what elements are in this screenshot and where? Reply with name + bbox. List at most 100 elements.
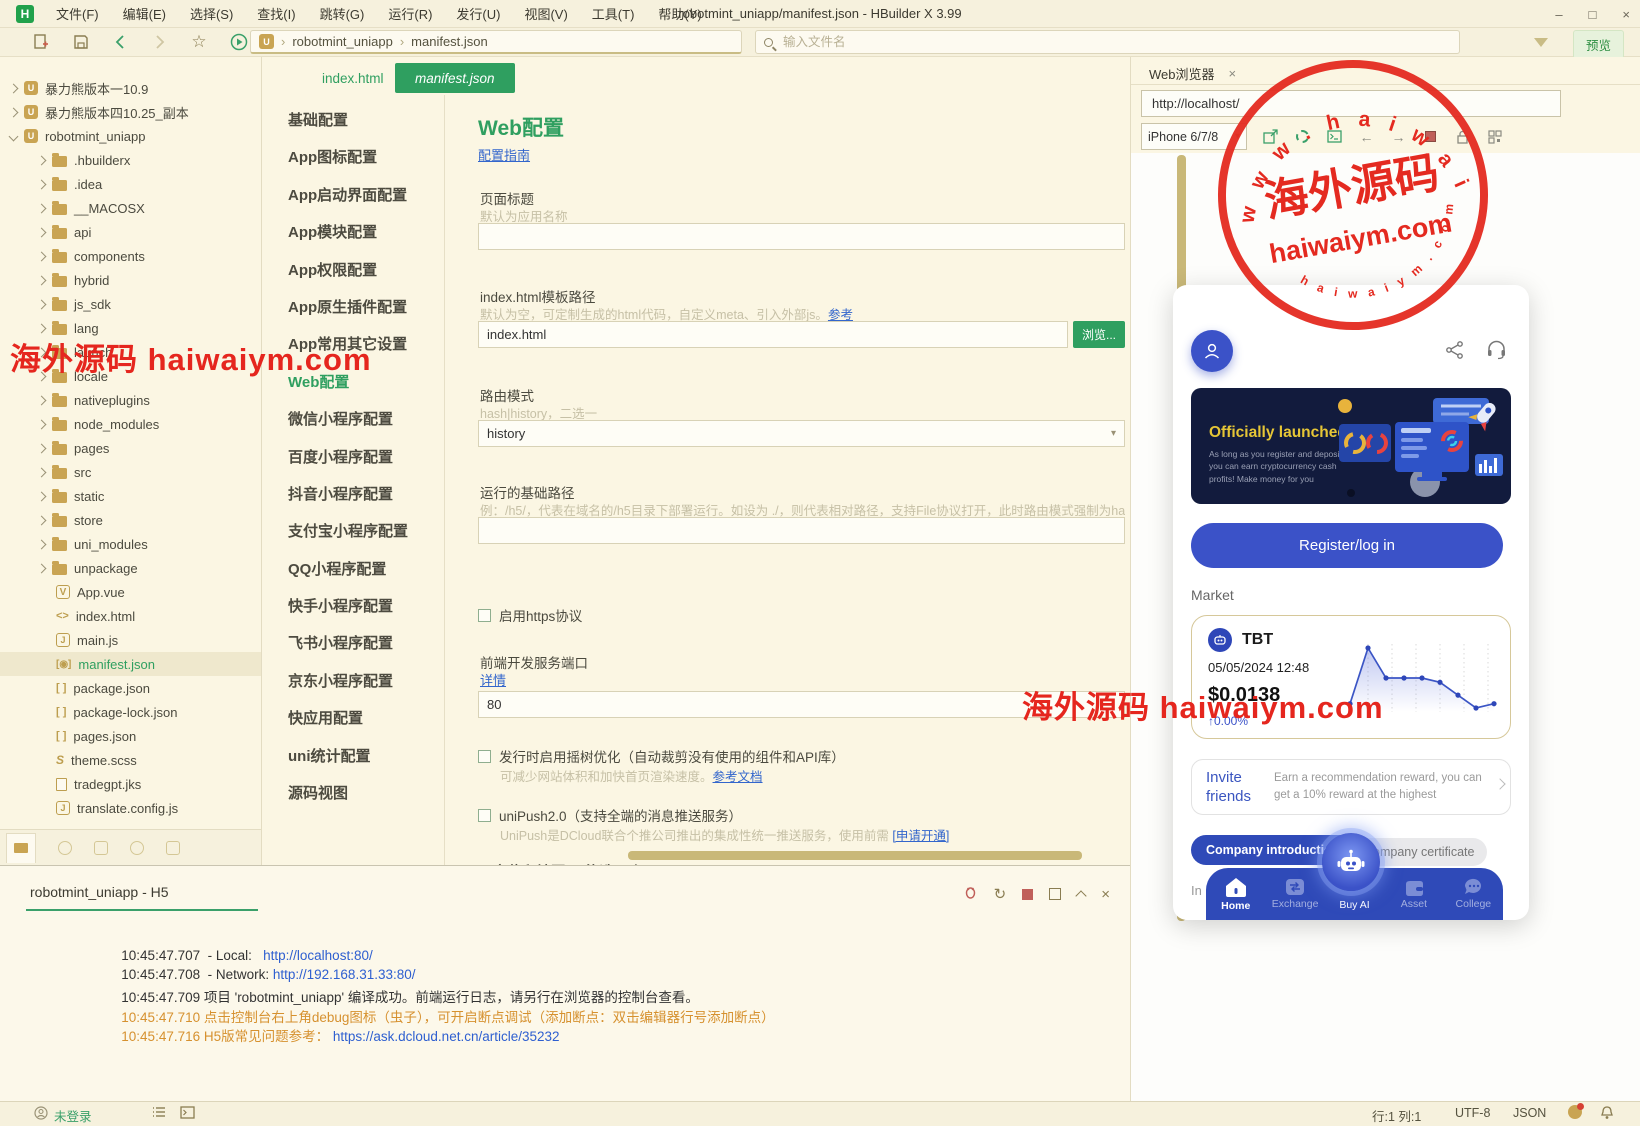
rerun-icon[interactable]: ↻ <box>994 885 1007 903</box>
tree-row[interactable]: nativeplugins <box>0 388 261 412</box>
invite-card[interactable]: Invite friends Earn a recommendation rew… <box>1191 759 1511 815</box>
tree-row[interactable]: package-lock.json <box>0 700 261 724</box>
treeshake-checkbox[interactable] <box>478 749 491 763</box>
promo-banner[interactable]: Officially launched As long as you regis… <box>1191 388 1511 504</box>
chevron-icon[interactable] <box>36 539 47 549</box>
preview-button[interactable]: 预览 <box>1572 30 1624 59</box>
bell-icon[interactable] <box>1600 1105 1614 1123</box>
star-icon[interactable]: ☆ <box>188 31 210 53</box>
support-headset-icon[interactable] <box>1486 339 1507 365</box>
base-path-input[interactable] <box>478 517 1125 544</box>
config-nav-item[interactable]: App启动界面配置 <box>262 177 444 214</box>
horizontal-scrollbar[interactable] <box>628 851 1082 860</box>
treeshake-doc-link[interactable]: 参考文档 <box>713 770 763 784</box>
tree-row[interactable]: robotmint_uniapp <box>0 124 261 148</box>
menu-item[interactable]: 文件(F) <box>44 7 111 22</box>
breadcrumb-project[interactable]: robotmint_uniapp <box>292 34 392 49</box>
tab-index-html[interactable]: index.html <box>302 63 404 93</box>
buy-ai-robot-icon[interactable] <box>1322 833 1380 891</box>
menu-item[interactable]: 帮助(Y) <box>646 7 713 22</box>
config-nav-item[interactable]: App原生插件配置 <box>262 289 444 326</box>
chevron-icon[interactable] <box>36 203 47 213</box>
config-nav-item[interactable]: 基础配置 <box>262 102 444 139</box>
log-link[interactable]: https://ask.dcloud.net.cn/article/35232 <box>333 1029 560 1044</box>
tree-row[interactable]: static <box>0 484 261 508</box>
login-status[interactable]: 未登录 <box>54 1106 92 1125</box>
unipush-checkbox-row[interactable]: uniPush2.0（支持全端的消息推送服务） <box>478 805 742 825</box>
browse-button[interactable]: 浏览... <box>1073 321 1125 348</box>
tab-manifest-json[interactable]: manifest.json <box>395 63 515 93</box>
chevron-icon[interactable] <box>36 227 47 237</box>
config-nav-item[interactable]: App图标配置 <box>262 139 444 176</box>
encoding-indicator[interactable]: UTF-8 <box>1455 1106 1490 1120</box>
forward-icon[interactable] <box>148 31 170 53</box>
menu-item[interactable]: 工具(T) <box>580 7 647 22</box>
chevron-icon[interactable] <box>36 419 47 429</box>
chevron-icon[interactable] <box>36 395 47 405</box>
tree-row[interactable]: 暴力熊版本四10.25_副本 <box>0 100 261 124</box>
chevron-icon[interactable] <box>36 563 47 573</box>
chevron-icon[interactable] <box>36 155 47 165</box>
chevron-icon[interactable] <box>36 467 47 477</box>
new-file-icon[interactable] <box>30 31 52 53</box>
tree-row[interactable]: components <box>0 244 261 268</box>
config-guide-link[interactable]: 配置指南 <box>478 145 530 164</box>
config-nav-item[interactable]: App权限配置 <box>262 252 444 289</box>
register-login-button[interactable]: Register/log in <box>1191 523 1503 568</box>
minimize-button[interactable]: – <box>1555 7 1562 22</box>
breadcrumb[interactable]: U › robotmint_uniapp › manifest.json <box>250 30 742 54</box>
filter-icon[interactable] <box>1530 31 1552 53</box>
tree-row[interactable]: store <box>0 508 261 532</box>
bookmark-panel-icon[interactable] <box>94 840 108 855</box>
files-tab-icon[interactable] <box>6 832 36 863</box>
collapse-icon[interactable] <box>1075 890 1087 902</box>
close-button[interactable]: × <box>1622 7 1630 22</box>
chevron-icon[interactable] <box>8 107 19 117</box>
maximize-button[interactable]: □ <box>1589 7 1597 22</box>
menu-item[interactable]: 查找(I) <box>245 7 307 22</box>
unipush-checkbox[interactable] <box>478 808 491 822</box>
tree-row[interactable]: hybrid <box>0 268 261 292</box>
share-icon[interactable] <box>1445 340 1465 365</box>
template-path-input[interactable]: index.html <box>478 321 1068 348</box>
tree-row[interactable]: node_modules <box>0 412 261 436</box>
dev-port-detail-link[interactable]: 详情 <box>480 670 506 689</box>
outline-icon[interactable] <box>152 1106 166 1121</box>
tree-row[interactable]: package.json <box>0 676 261 700</box>
tree-row[interactable]: theme.scss <box>0 748 261 772</box>
nav-college[interactable]: College <box>1444 868 1503 920</box>
update-icon[interactable] <box>1568 1103 1584 1122</box>
tree-row[interactable]: index.html <box>0 604 261 628</box>
close-console-icon[interactable]: × <box>1101 886 1110 903</box>
https-checkbox[interactable] <box>478 608 491 622</box>
config-nav-item[interactable]: QQ小程序配置 <box>262 551 444 588</box>
chevron-icon[interactable] <box>36 491 47 501</box>
config-nav-item[interactable]: 抖音小程序配置 <box>262 476 444 513</box>
router-mode-select[interactable]: history ▾ <box>478 420 1125 447</box>
tree-row[interactable]: App.vue <box>0 580 261 604</box>
https-checkbox-row[interactable]: 启用https协议 <box>478 605 582 625</box>
tree-row[interactable]: pages.json <box>0 724 261 748</box>
chevron-icon[interactable] <box>36 251 47 261</box>
tree-row[interactable]: .hbuilderx <box>0 148 261 172</box>
config-nav-item[interactable]: 京东小程序配置 <box>262 663 444 700</box>
chevron-icon[interactable] <box>36 299 47 309</box>
menu-item[interactable]: 运行(R) <box>376 7 444 22</box>
menu-item[interactable]: 视图(V) <box>512 7 579 22</box>
open-window-icon[interactable] <box>1049 888 1062 900</box>
config-nav-item[interactable]: uni统计配置 <box>262 738 444 775</box>
config-nav-item[interactable]: 飞书小程序配置 <box>262 625 444 662</box>
tree-row[interactable]: .idea <box>0 172 261 196</box>
stop-icon[interactable] <box>1022 888 1034 900</box>
nav-home[interactable]: Home <box>1206 868 1265 920</box>
filetype-indicator[interactable]: JSON <box>1513 1106 1546 1120</box>
config-nav-item[interactable]: 快应用配置 <box>262 700 444 737</box>
save-icon[interactable] <box>70 31 92 53</box>
config-nav-item[interactable]: 支付宝小程序配置 <box>262 513 444 550</box>
nav-asset[interactable]: Asset <box>1384 868 1443 920</box>
config-nav-item[interactable]: 源码视图 <box>262 775 444 812</box>
menu-item[interactable]: 跳转(G) <box>308 7 377 22</box>
avatar[interactable] <box>1191 330 1233 372</box>
config-nav-item[interactable]: 百度小程序配置 <box>262 439 444 476</box>
menu-item[interactable]: 编辑(E) <box>111 7 178 22</box>
